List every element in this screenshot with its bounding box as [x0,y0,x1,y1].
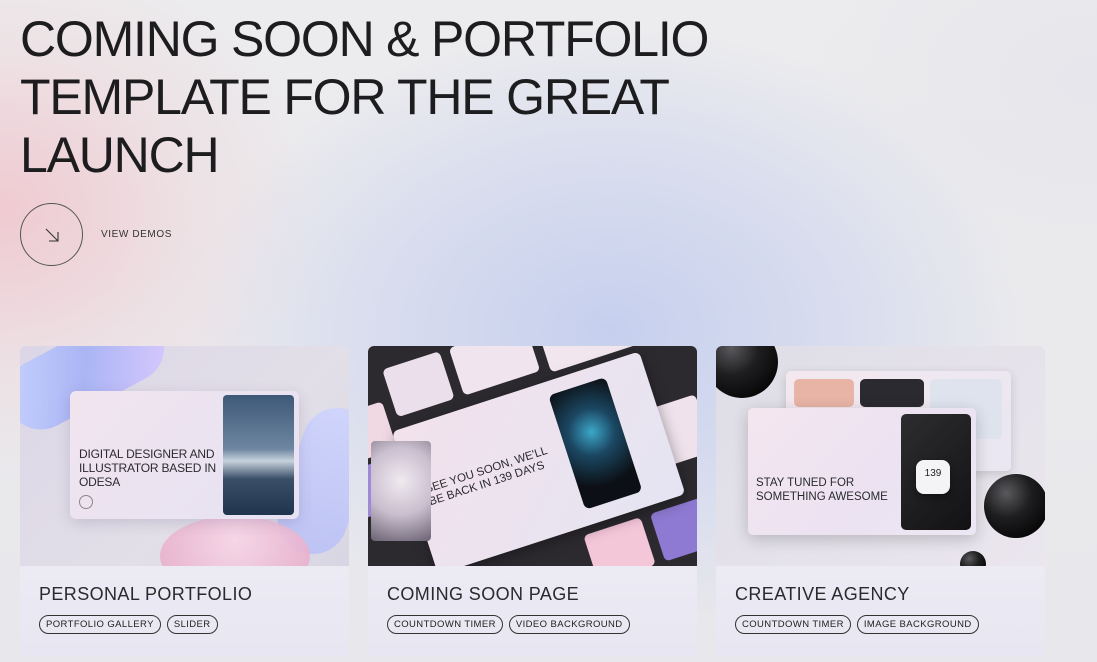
decorative-sphere [960,551,986,566]
mockup-heading: DIGITAL DESIGNER AND ILLUSTRATOR BASED I… [79,447,216,489]
view-demos-button[interactable] [20,203,83,266]
view-demos-label: VIEW DEMOS [101,229,173,240]
demo-preview-image[interactable]: DIGITAL DESIGNER AND ILLUSTRATOR BASED I… [20,346,349,566]
card-info: CREATIVE AGENCY COUNTDOWN TIMER IMAGE BA… [716,566,1045,656]
view-demos-link[interactable]: VIEW DEMOS [20,203,172,266]
decorative-sphere [984,474,1045,538]
tag[interactable]: COUNTDOWN TIMER [387,615,503,634]
website-mockup: DIGITAL DESIGNER AND ILLUSTRATOR BASED I… [70,391,299,519]
mockup-button [79,495,93,509]
mockup-tile [794,379,854,407]
tag-list: COUNTDOWN TIMER IMAGE BACKGROUND [735,615,1026,634]
demo-preview-image[interactable]: SEE YOU SOON, WE'LL BE BACK IN 139 DAYS [368,346,697,566]
hero-title: COMING SOON & PORTFOLIO TEMPLATE FOR THE… [20,11,709,183]
mockup-heading: STAY TUNED FOR SOMETHING AWESOME [756,477,888,503]
mockup-photo [548,377,643,510]
arrow-down-right-icon [45,228,59,242]
mockup-tile [649,495,697,562]
demo-card-coming-soon[interactable]: SEE YOU SOON, WE'LL BE BACK IN 139 DAYS … [368,346,697,656]
mockup-portrait [371,441,431,541]
tag-list: PORTFOLIO GALLERY SLIDER [39,615,330,634]
tag[interactable]: SLIDER [166,615,218,634]
card-title: PERSONAL PORTFOLIO [39,584,253,604]
card-title: COMING SOON PAGE [387,584,580,604]
card-title: CREATIVE AGENCY [735,584,910,604]
tag[interactable]: IMAGE BACKGROUND [856,615,979,634]
website-mockup: STAY TUNED FOR SOMETHING AWESOME 139 [748,408,976,535]
mockup-heading: SEE YOU SOON, WE'LL BE BACK IN 139 DAYS [423,445,549,509]
demo-card-personal-portfolio[interactable]: DIGITAL DESIGNER AND ILLUSTRATOR BASED I… [20,346,349,656]
mockup-tile [382,351,455,418]
demo-card-creative-agency[interactable]: STAY TUNED FOR SOMETHING AWESOME 139 CRE… [716,346,1045,656]
countdown-badge: 139 [916,460,950,494]
tag[interactable]: COUNTDOWN TIMER [735,615,851,634]
mockup-tile [583,517,656,566]
tag[interactable]: PORTFOLIO GALLERY [39,615,161,634]
demo-preview-image[interactable]: STAY TUNED FOR SOMETHING AWESOME 139 [716,346,1045,566]
tag-list: COUNTDOWN TIMER VIDEO BACKGROUND [387,615,678,634]
mockup-photo [223,395,294,515]
decorative-sphere [716,346,778,398]
card-info: PERSONAL PORTFOLIO PORTFOLIO GALLERY SLI… [20,566,349,656]
mockup-tile [860,379,924,407]
mockup-phone: 139 [901,414,971,530]
card-info: COMING SOON PAGE COUNTDOWN TIMER VIDEO B… [368,566,697,656]
tag[interactable]: VIDEO BACKGROUND [508,615,630,634]
